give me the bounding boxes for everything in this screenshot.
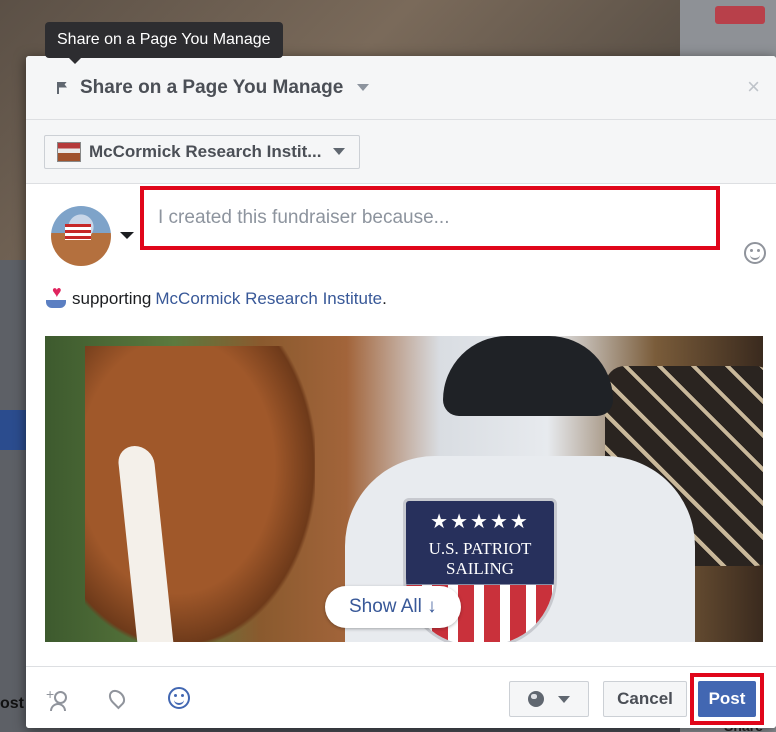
close-icon[interactable]: × <box>747 74 760 100</box>
feeling-icon[interactable] <box>168 687 190 709</box>
dialog-footer: Cancel Post <box>26 666 776 728</box>
chevron-down-icon <box>333 148 346 155</box>
location-icon[interactable] <box>105 686 129 710</box>
post-text-input[interactable] <box>144 190 716 246</box>
chevron-down-icon[interactable] <box>120 232 134 239</box>
logo-text: U.S. PATRIOT SAILING <box>406 539 554 579</box>
organization-link[interactable]: McCormick Research Institute <box>155 289 382 309</box>
share-dialog: Share on a Page You Manage × McCormick R… <box>26 56 776 728</box>
post-button[interactable]: Post <box>698 681 756 717</box>
share-destination-dropdown[interactable]: Share on a Page You Manage <box>80 77 343 99</box>
donate-heart-icon <box>46 284 70 310</box>
logo-line-2: SAILING <box>446 559 514 578</box>
emoji-icon[interactable] <box>744 242 766 264</box>
avatar[interactable] <box>51 206 111 266</box>
page-selector-row: McCormick Research Instit... <box>26 120 776 184</box>
horse-image <box>85 346 315 642</box>
chevron-down-icon[interactable] <box>357 84 370 91</box>
logo-stars: ★★★★★ <box>430 511 530 533</box>
globe-icon <box>528 691 544 707</box>
supporting-suffix: . <box>382 289 387 308</box>
background-post-fragment: ost <box>0 695 24 712</box>
background-chip <box>715 6 765 24</box>
helmet-image <box>443 336 613 416</box>
flag-icon <box>52 79 70 97</box>
dialog-header: Share on a Page You Manage × <box>26 56 776 120</box>
supporting-label: supporting <box>72 289 152 308</box>
page-thumbnail <box>57 141 81 162</box>
chevron-down-icon <box>558 695 570 703</box>
logo-line-1: U.S. PATRIOT <box>428 539 532 558</box>
fundraiser-photo: ★★★★★ U.S. PATRIOT SAILING Show All ↓ <box>45 336 763 642</box>
tooltip: Share on a Page You Manage <box>45 22 283 64</box>
composer <box>26 184 776 284</box>
supporting-line: supporting McCormick Research Institute … <box>46 284 387 310</box>
page-name: McCormick Research Instit... <box>89 141 322 161</box>
cancel-button[interactable]: Cancel <box>603 681 687 717</box>
show-all-button[interactable]: Show All ↓ <box>325 586 461 628</box>
page-selector[interactable]: McCormick Research Instit... <box>44 134 361 169</box>
audience-selector[interactable] <box>509 681 589 717</box>
